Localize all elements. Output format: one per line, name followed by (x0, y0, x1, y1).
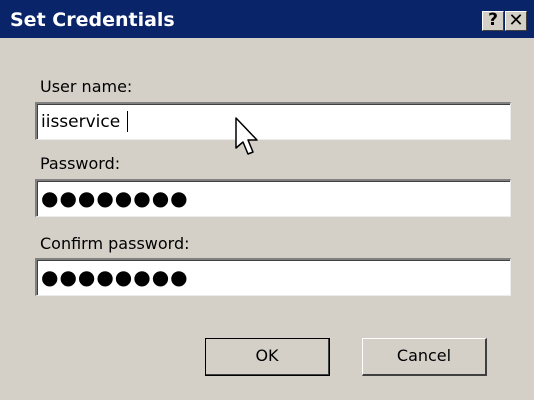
ok-button[interactable]: OK (205, 338, 330, 376)
mouse-pointer-icon (235, 117, 258, 155)
user-name-value: iisservice (41, 112, 121, 132)
text-caret (127, 111, 128, 132)
confirm-password-input[interactable]: ●●●●●●●● (35, 258, 511, 296)
password-label: Password: (40, 154, 121, 173)
set-credentials-dialog: Set Credentials ? ✕ User name: iisservic… (0, 0, 534, 400)
user-name-label: User name: (40, 77, 133, 96)
password-input[interactable]: ●●●●●●●● (35, 179, 511, 217)
confirm-password-mask: ●●●●●●●● (41, 265, 189, 289)
question-icon: ? (488, 10, 498, 30)
confirm-password-label: Confirm password: (40, 234, 190, 253)
password-mask: ●●●●●●●● (41, 186, 189, 210)
close-icon: ✕ (508, 10, 524, 31)
close-button[interactable]: ✕ (505, 11, 527, 31)
cancel-button[interactable]: Cancel (362, 338, 487, 376)
title-bar[interactable]: Set Credentials ? ✕ (0, 0, 534, 40)
window-title: Set Credentials (10, 9, 175, 31)
user-name-input[interactable]: iisservice (35, 102, 511, 140)
help-button[interactable]: ? (482, 11, 504, 31)
